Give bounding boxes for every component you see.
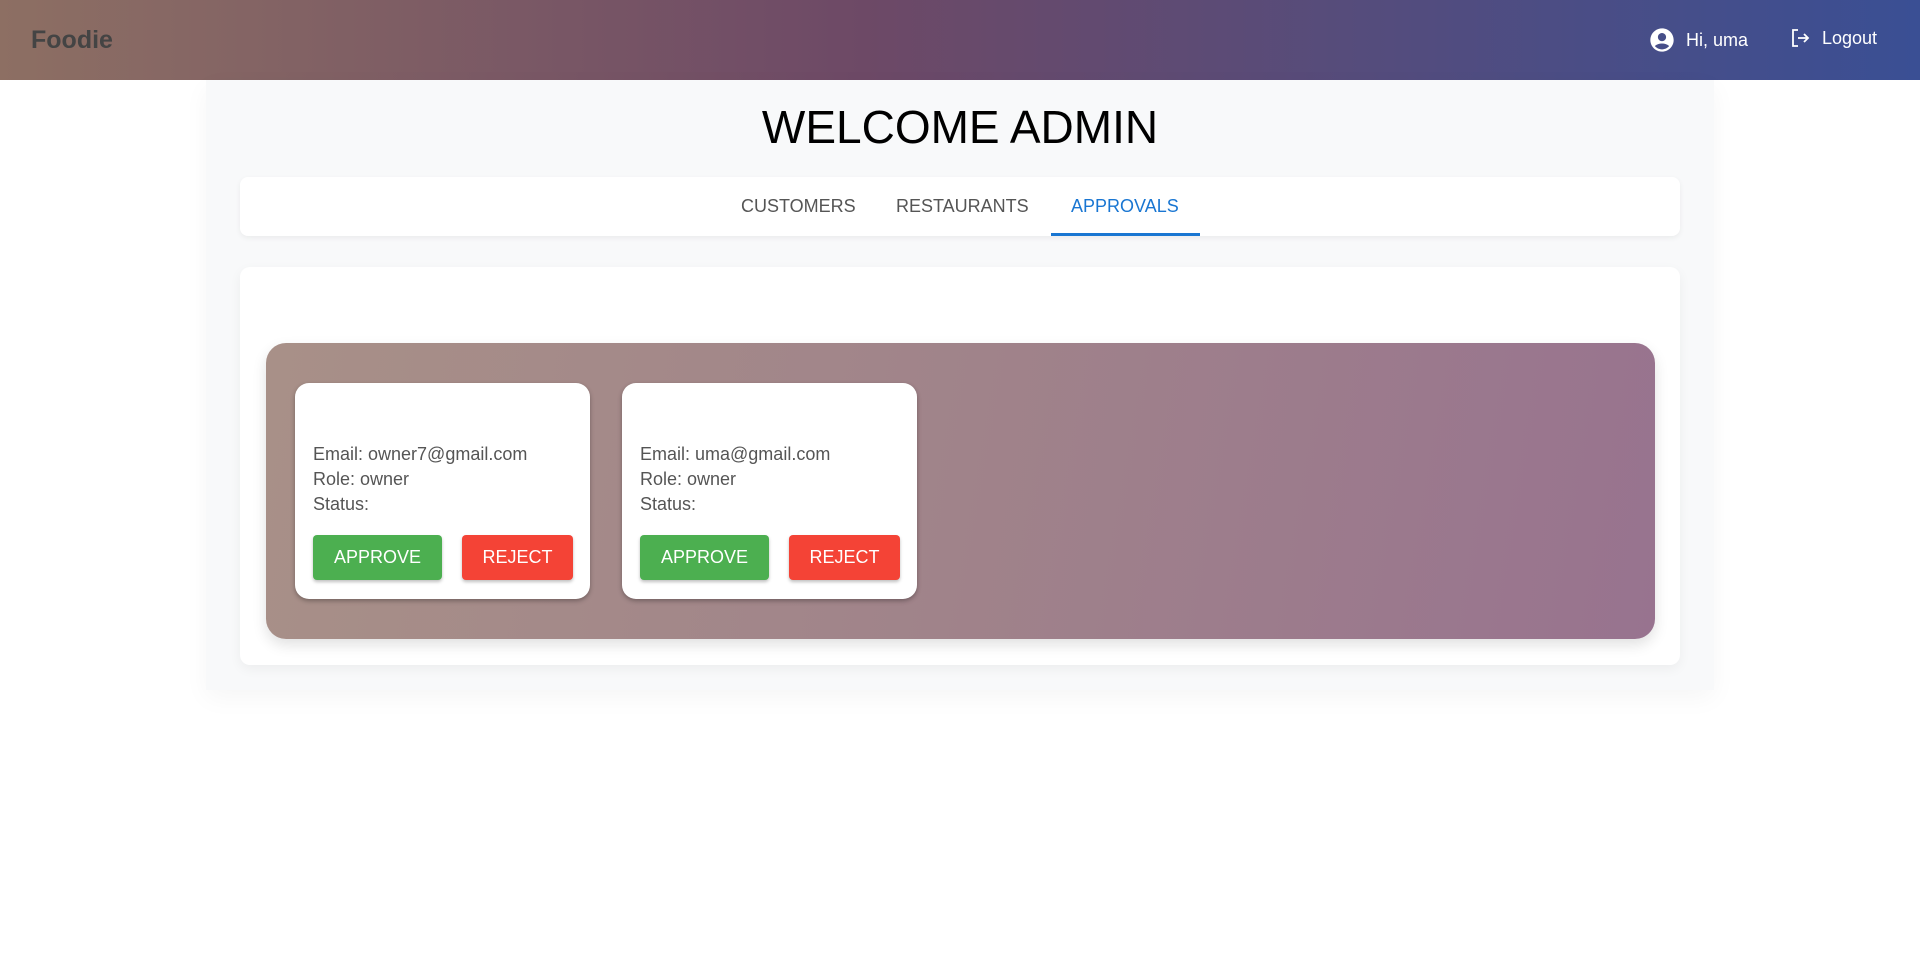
logout-icon — [1792, 29, 1810, 47]
status-text: Status: — [640, 494, 697, 514]
app-header: Foodie Hi, uma Logout — [0, 0, 1920, 80]
email-text: Email: owner7@gmail.com — [313, 444, 528, 464]
tab-approvals[interactable]: APPROVALS — [1071, 196, 1179, 217]
page-title: WELCOME ADMIN — [761, 101, 1159, 153]
tab-restaurants[interactable]: RESTAURANTS — [896, 196, 1029, 217]
approval-card: Email: owner7@gmail.com Role: owner Stat… — [295, 383, 590, 599]
approve-button[interactable]: APPROVE — [640, 535, 769, 580]
brand-logo[interactable]: Foodie — [31, 26, 113, 55]
tab-customers[interactable]: CUSTOMERS — [741, 196, 856, 217]
account-circle-icon — [1650, 28, 1674, 52]
approvals-panel: Email: owner7@gmail.com Role: owner Stat… — [240, 267, 1680, 665]
reject-button[interactable]: REJECT — [789, 535, 900, 580]
role-text: Role: owner — [640, 469, 737, 489]
approvals-list: Email: owner7@gmail.com Role: owner Stat… — [266, 343, 1655, 639]
role-text: Role: owner — [313, 469, 410, 489]
approve-button[interactable]: APPROVE — [313, 535, 442, 580]
email-text: Email: uma@gmail.com — [640, 444, 831, 464]
reject-button[interactable]: REJECT — [462, 535, 573, 580]
tab-bar: CUSTOMERS RESTAURANTS APPROVALS — [240, 177, 1680, 236]
greeting-text: Hi, uma — [1686, 29, 1749, 50]
tab-indicator — [1051, 233, 1200, 236]
logout-button[interactable]: Logout — [1788, 26, 1877, 50]
logout-label: Logout — [1822, 27, 1878, 48]
approval-card: Email: uma@gmail.com Role: owner Status:… — [622, 383, 917, 599]
user-menu[interactable]: Hi, uma — [1648, 26, 1748, 54]
status-text: Status: — [313, 494, 370, 514]
